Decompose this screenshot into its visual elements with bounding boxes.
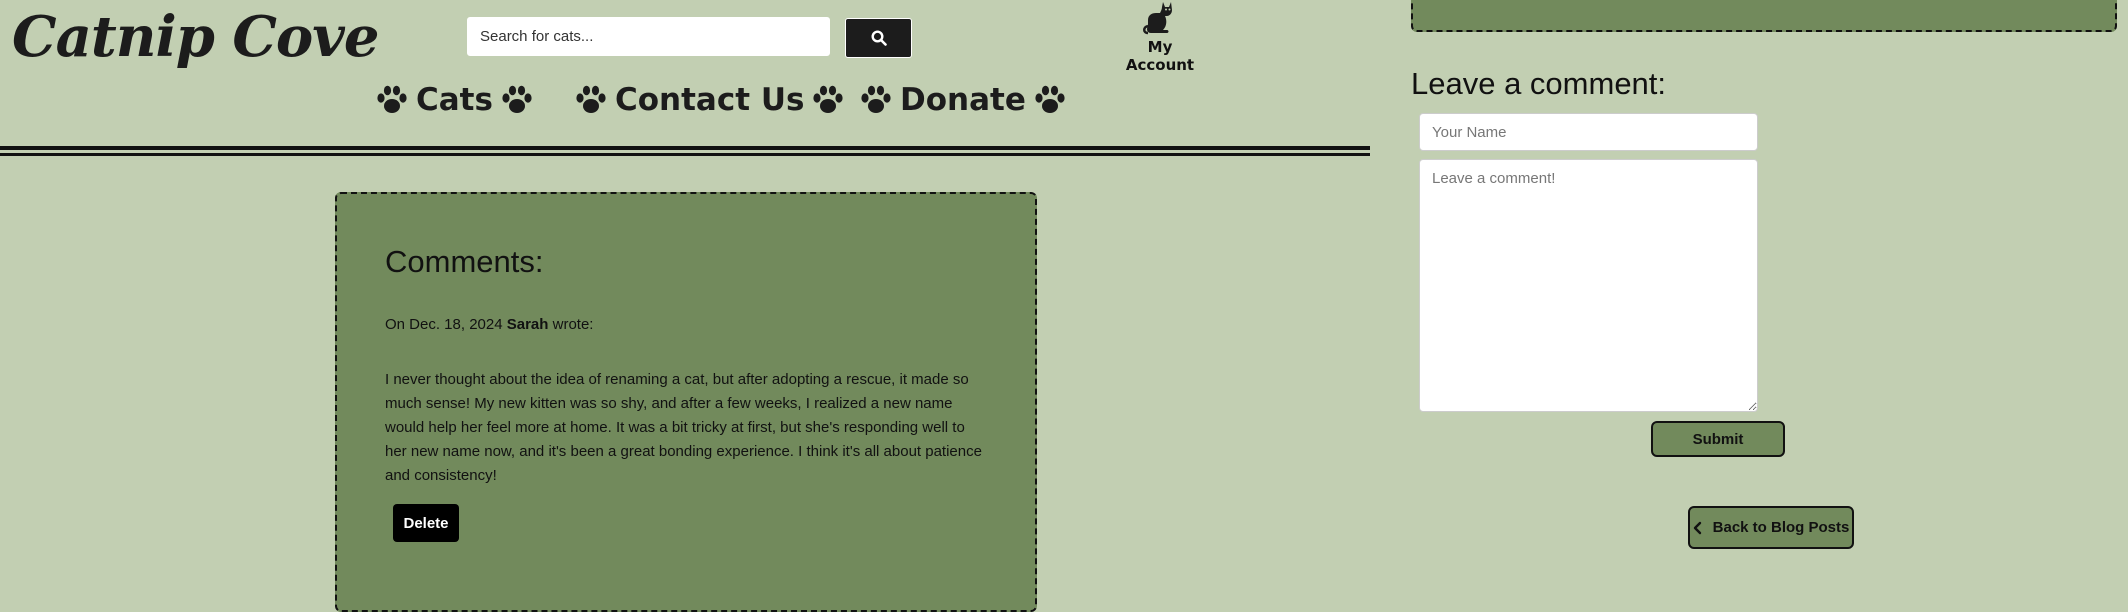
paw-icon [813,85,844,113]
comment-author: Sarah [506,316,549,333]
nav-item-donate[interactable]: Donate [860,82,1066,118]
account-label: My Account [1125,38,1195,74]
comment-date: On Dec. 18, 2024 [385,316,507,333]
account-link[interactable]: My Account [1118,0,1202,74]
nav-label-contact-us: Contact Us [615,82,805,118]
cat-icon [1143,2,1172,35]
header-divider [0,146,1370,150]
paw-icon [576,85,606,113]
main-nav: Cats Contact Us Donate [0,82,1370,132]
paw-icon [861,85,891,113]
paw-icon [502,85,532,113]
search-button[interactable] [845,18,912,58]
back-to-blog-button[interactable]: Back to Blog Posts [1688,506,1854,549]
header-divider-secondary [0,153,1370,156]
paw-icon [1035,85,1065,113]
comment-form-heading: Leave a comment: [1411,66,1667,101]
search-input[interactable] [467,17,830,56]
chevron-left-icon [1693,521,1701,534]
nav-label-cats: Cats [416,82,493,118]
submit-button[interactable]: Submit [1651,421,1785,457]
search-icon [870,30,887,46]
comment-textarea[interactable] [1419,159,1758,412]
comments-card: Comments: On Dec. 18, 2024 Sarah wrote: … [335,192,1037,612]
delete-button[interactable]: Delete [393,504,459,542]
back-label: Back to Blog Posts [1712,519,1850,536]
name-input[interactable] [1419,113,1758,151]
nav-label-donate: Donate [900,82,1026,118]
nav-item-contact-us[interactable]: Contact Us [575,82,844,118]
post-card [1411,0,2117,32]
comment-suffix: wrote: [548,316,594,333]
comment-text: I never thought about the idea of renami… [385,371,982,484]
comment-meta: On Dec. 18, 2024 Sarah wrote: [385,316,593,333]
paw-icon [377,85,407,113]
site-logo[interactable]: Catnip Cove [12,4,379,70]
nav-item-cats[interactable]: Cats [376,82,533,118]
comments-title: Comments: [385,244,544,279]
